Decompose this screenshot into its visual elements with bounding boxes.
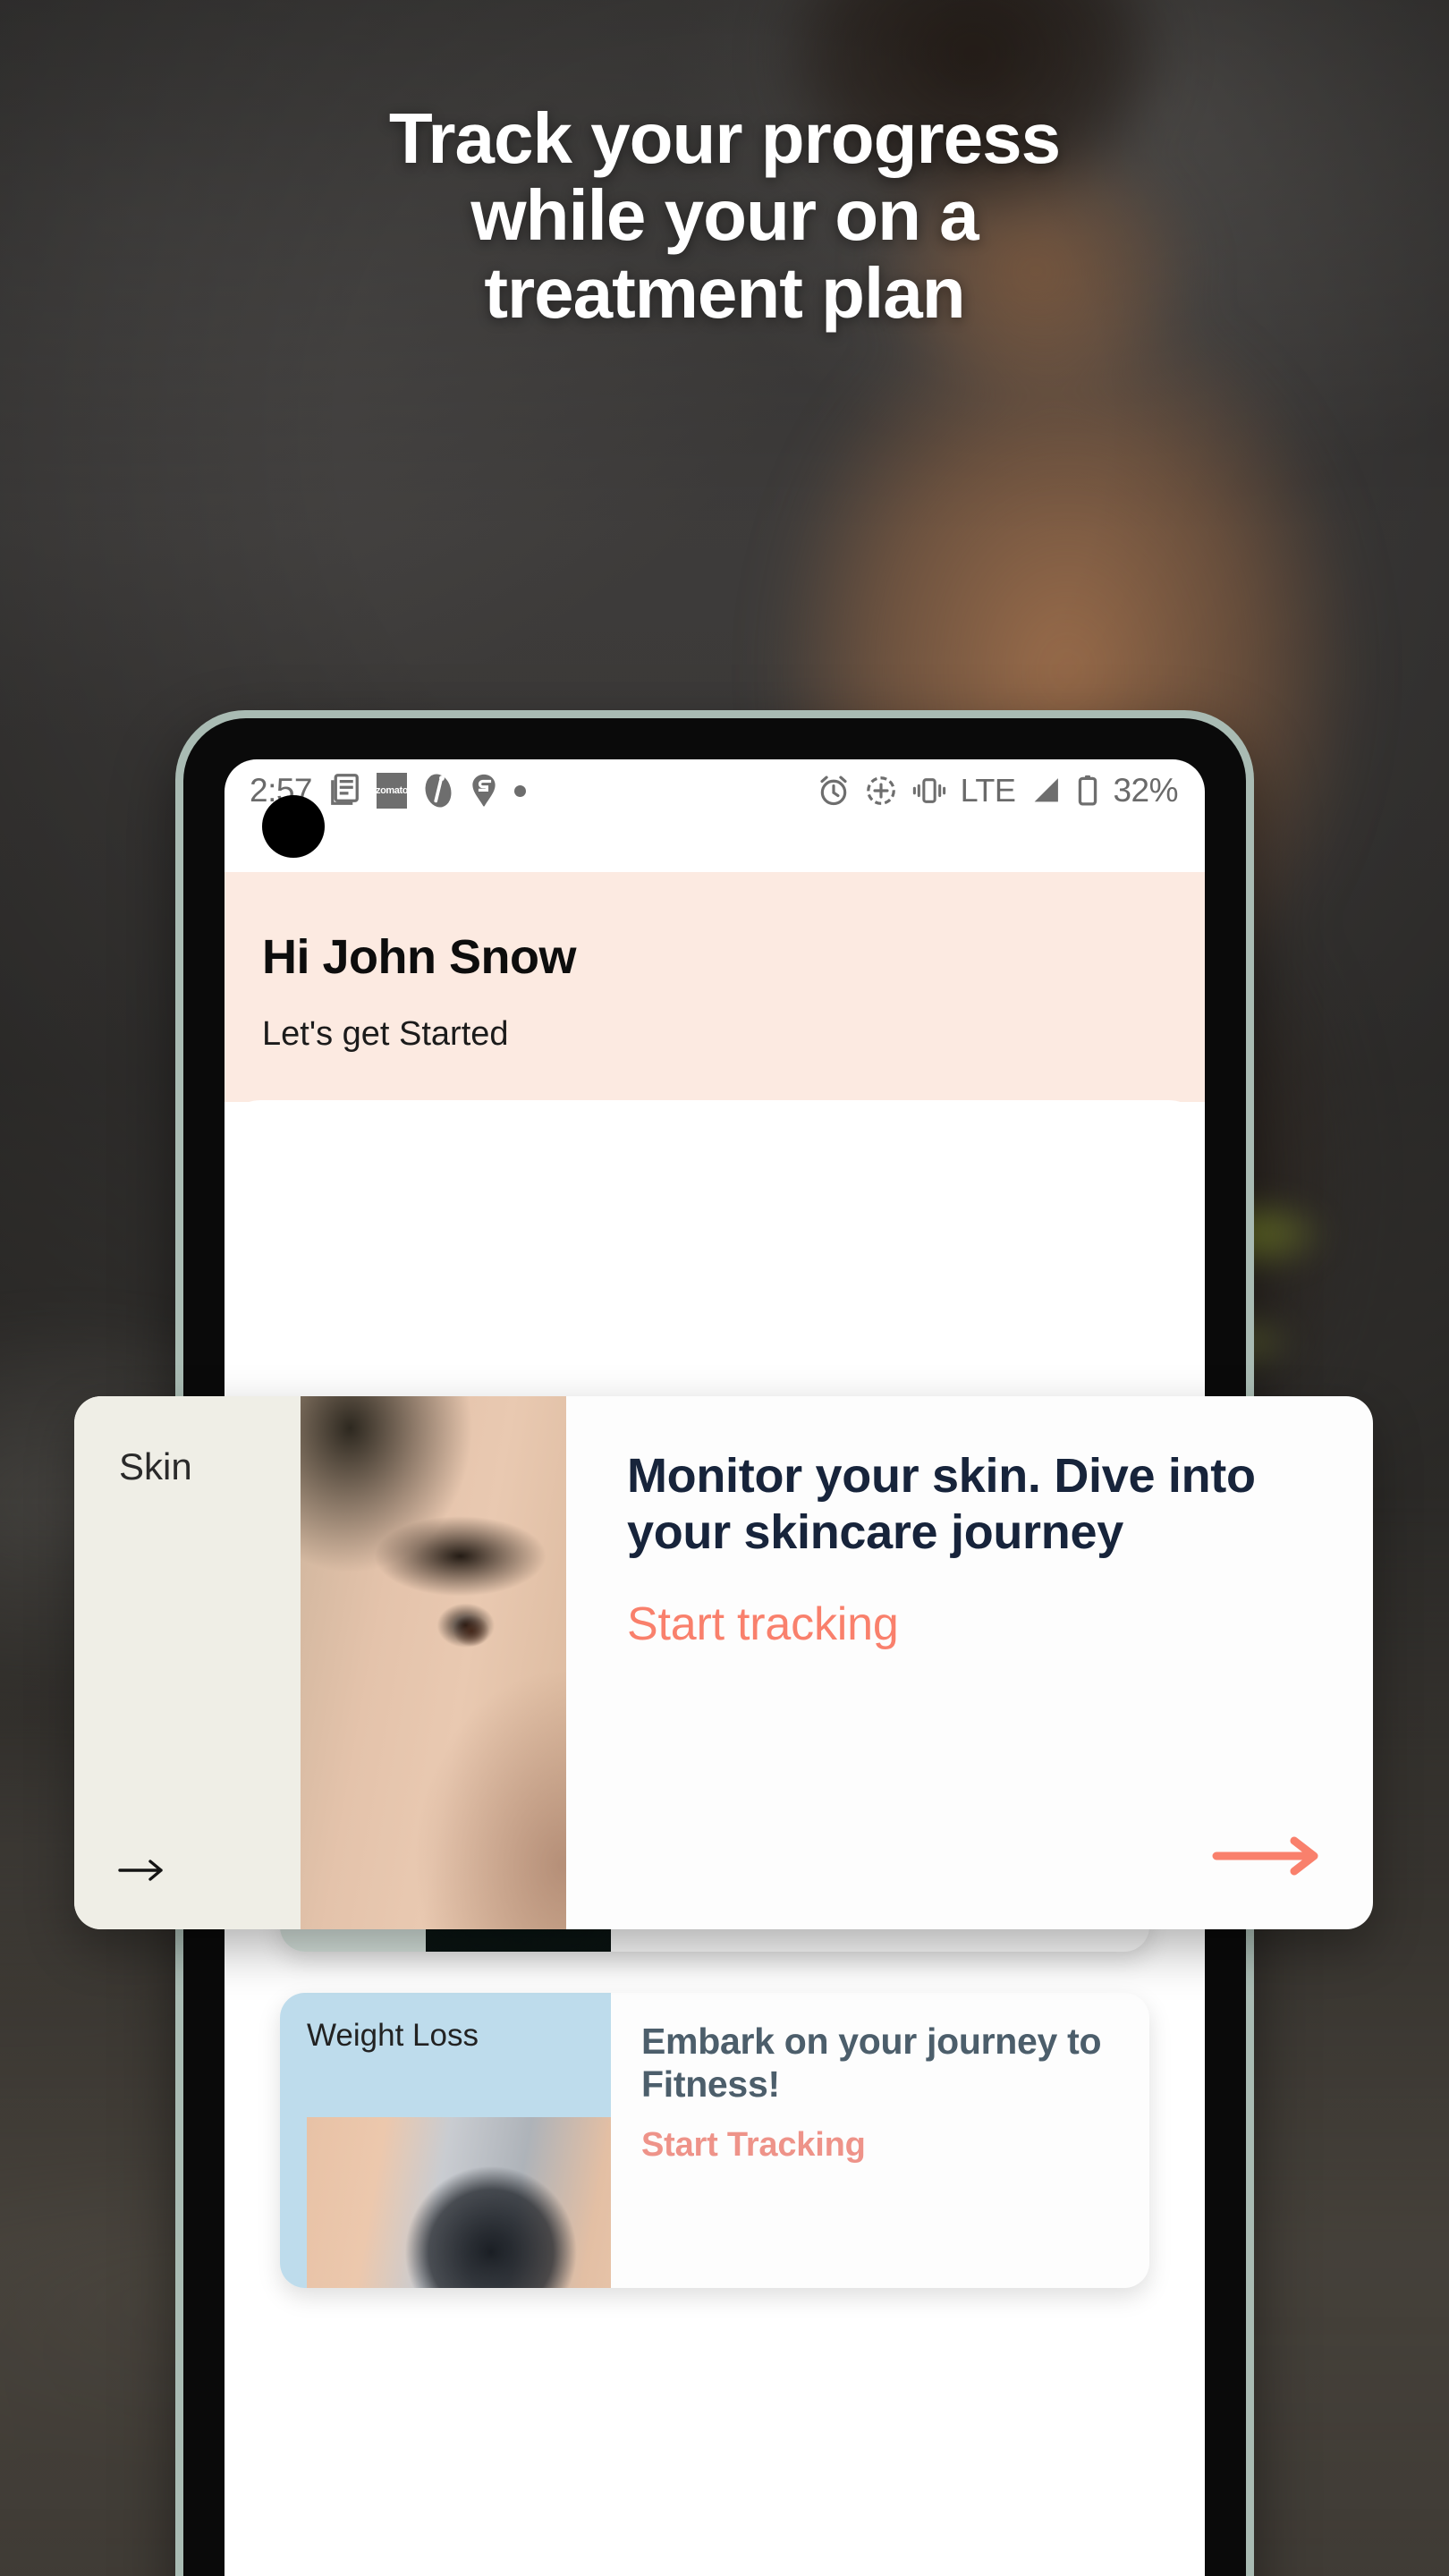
more-notifications-dot xyxy=(514,784,527,797)
skin-face-photo xyxy=(301,1396,566,1929)
featured-card-body: Monitor your skin. Dive into your skinca… xyxy=(566,1396,1373,1929)
tracker-card-weight-loss[interactable]: Weight Loss Embark on your journey to Fi… xyxy=(280,1993,1149,2288)
greeting-username: Hi John Snow xyxy=(262,930,577,984)
hero-headline: Track your progress while your on a trea… xyxy=(0,98,1449,333)
weight-loss-card-body: Embark on your journey to Fitness! Start… xyxy=(611,1993,1149,2288)
battery-percentage: 32% xyxy=(1113,772,1178,809)
network-type-label: LTE xyxy=(960,772,1016,809)
greeting-subtitle: Let's get Started xyxy=(262,1015,509,1053)
greeting-header: Hi John Snow Let's get Started xyxy=(225,872,1205,1102)
signal-bars-icon xyxy=(1029,775,1063,806)
featured-card-title: Monitor your skin. Dive into your skinca… xyxy=(627,1449,1256,1559)
do-not-disturb-icon xyxy=(864,774,898,808)
weight-loss-start-tracking-link[interactable]: Start Tracking xyxy=(641,2126,1119,2165)
weight-scale-photo xyxy=(306,2116,611,2288)
status-bar-right: LTE 32% xyxy=(817,772,1178,809)
weight-loss-thumbnail: Weight Loss xyxy=(280,1993,611,2288)
skin-thumbnail: Skin xyxy=(74,1396,566,1929)
weight-loss-category-label: Weight Loss xyxy=(307,2018,479,2053)
featured-card-skin[interactable]: Skin Monitor your skin. Dive into your s… xyxy=(74,1396,1373,1929)
skin-category-label: Skin xyxy=(119,1445,192,1487)
headline-line-2: while your on a xyxy=(470,175,979,256)
status-bar: 2:57 zomato LTE 32% xyxy=(225,759,1205,822)
weight-loss-card-title: Embark on your journey to Fitness! xyxy=(641,2021,1102,2106)
news-article-icon xyxy=(328,773,360,809)
arrow-right-icon[interactable] xyxy=(117,1857,167,1888)
featured-start-tracking-link[interactable]: Start tracking xyxy=(627,1597,1321,1651)
headline-line-1: Track your progress xyxy=(388,98,1061,178)
paytm-app-icon xyxy=(423,773,453,809)
swiggy-app-icon xyxy=(470,773,498,809)
punch-hole-camera-icon xyxy=(262,795,325,858)
headline-line-3: treatment plan xyxy=(484,252,965,333)
alarm-clock-icon xyxy=(817,774,851,808)
battery-icon xyxy=(1076,774,1099,808)
zomato-app-icon: zomato xyxy=(376,773,408,809)
arrow-right-icon[interactable] xyxy=(1212,1816,1321,1890)
vibrate-icon xyxy=(911,775,947,807)
